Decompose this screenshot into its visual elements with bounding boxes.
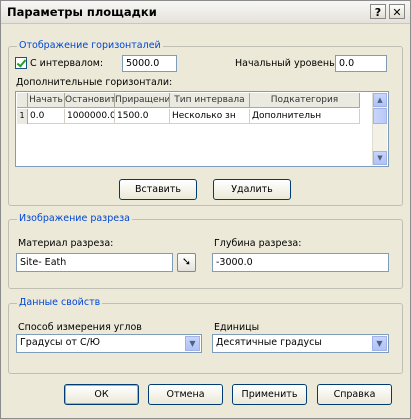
- insert-button[interactable]: Вставить: [119, 179, 197, 200]
- column-header-subcategory[interactable]: Подкатегория: [250, 93, 360, 108]
- help-title-button[interactable]: ?: [370, 4, 386, 19]
- interval-input[interactable]: 5000.0: [122, 55, 177, 72]
- additional-contours-label: Дополнительные горизонтали:: [16, 77, 173, 88]
- cell-interval-type[interactable]: Несколько зн: [170, 109, 250, 124]
- cell-start[interactable]: 0.0: [28, 109, 65, 124]
- scroll-down-icon[interactable]: ▼: [373, 151, 387, 165]
- column-header-interval-type[interactable]: Тип интервала: [170, 93, 250, 108]
- contours-legend: Отображение горизонталей: [17, 40, 163, 51]
- delete-button-label: Удалить: [231, 184, 273, 195]
- material-browse-button[interactable]: ➘: [177, 253, 196, 272]
- apply-button-label: Применить: [241, 389, 298, 400]
- units-label: Единицы: [214, 322, 260, 333]
- arrow-pick-icon: ➘: [181, 255, 192, 268]
- delete-button[interactable]: Удалить: [213, 179, 291, 200]
- scroll-up-icon[interactable]: ▲: [373, 93, 387, 107]
- help-button-label: Справка: [333, 389, 376, 400]
- insert-button-label: Вставить: [134, 184, 181, 195]
- cell-increment[interactable]: 1500.0: [115, 109, 170, 124]
- cell-subcategory[interactable]: Дополнительн: [250, 109, 360, 124]
- material-input[interactable]: Site- Eath: [16, 253, 173, 272]
- table-scrollbar[interactable]: ▲ ▼: [372, 93, 387, 165]
- column-header-increment[interactable]: Приращение: [115, 93, 170, 108]
- cancel-button-label: Отмена: [166, 389, 205, 400]
- material-label: Материал разреза:: [18, 238, 114, 249]
- additional-contours-table: Начать Остановить Приращение Тип интерва…: [15, 91, 389, 167]
- section-legend: Изображение разреза: [17, 213, 132, 224]
- units-select[interactable]: Десятичные градусы ▼: [212, 334, 389, 353]
- units-value: Десятичные градусы: [216, 337, 322, 348]
- properties-legend: Данные свойств: [17, 297, 103, 308]
- base-level-input[interactable]: 0.0: [335, 55, 387, 72]
- window-title: Параметры площадки: [7, 5, 157, 19]
- site-settings-dialog: Параметры площадки ? ✕ Отображение гориз…: [0, 0, 411, 419]
- depth-input[interactable]: -3000.0: [212, 253, 389, 272]
- interval-label: С интервалом:: [30, 58, 104, 69]
- help-button[interactable]: Справка: [317, 384, 392, 405]
- ok-button-label: ОК: [94, 389, 109, 400]
- base-level-label: Начальный уровень:: [235, 58, 338, 69]
- close-button[interactable]: ✕: [389, 4, 405, 19]
- cancel-button[interactable]: Отмена: [148, 384, 223, 405]
- column-header-start[interactable]: Начать: [28, 93, 65, 108]
- row-header-corner: [17, 93, 28, 108]
- ok-button[interactable]: ОК: [64, 384, 139, 405]
- apply-button[interactable]: Применить: [232, 384, 307, 405]
- interval-checkbox[interactable]: [15, 57, 27, 69]
- angle-method-label: Способ измерения углов: [18, 322, 142, 333]
- chevron-down-icon[interactable]: ▼: [372, 336, 387, 351]
- chevron-down-icon[interactable]: ▼: [185, 336, 200, 351]
- title-bar: Параметры площадки ? ✕: [1, 1, 410, 24]
- depth-label: Глубина разреза:: [214, 238, 302, 249]
- row-number: 1: [17, 109, 28, 124]
- angle-method-value: Градусы от С/Ю: [20, 337, 101, 348]
- cell-stop[interactable]: 1000000.0: [65, 109, 115, 124]
- scroll-thumb[interactable]: [373, 108, 387, 124]
- column-header-stop[interactable]: Остановить: [65, 93, 115, 108]
- angle-method-select[interactable]: Градусы от С/Ю ▼: [16, 334, 202, 353]
